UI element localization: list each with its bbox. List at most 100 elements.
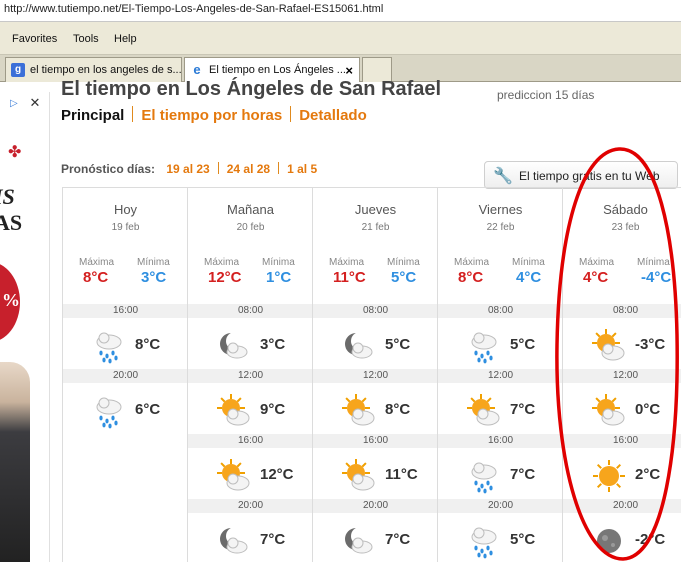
moon-cloud-icon	[216, 523, 252, 559]
slot-temp: 3°C	[260, 336, 286, 353]
close-tab-icon[interactable]: ×	[345, 63, 353, 78]
forecast-days-selector: Pronóstico días: 19 al 23 24 al 28 1 al 5	[61, 162, 317, 176]
day-date: 20 feb	[236, 222, 265, 233]
slot-temp: 5°C	[385, 336, 411, 353]
hour-label: 20:00	[313, 499, 438, 513]
day-date: 19 feb	[111, 222, 140, 233]
day-name: Mañana	[227, 202, 274, 217]
min-label: Mínima	[262, 257, 295, 268]
close-ad-icon[interactable]: ✕	[28, 96, 42, 110]
day-date: 22 feb	[486, 222, 515, 233]
hour-label: 08:00	[188, 304, 313, 318]
min-temp: 5°C	[391, 269, 417, 286]
browser-window: http://www.tutiempo.net/El-Tiempo-Los-An…	[0, 0, 681, 562]
tab-label: el tiempo en los angeles de s...	[30, 64, 182, 76]
max-label: Máxima	[329, 257, 365, 268]
slot-temp: 7°C	[510, 466, 536, 483]
brand-logo-icon: ✤	[8, 144, 22, 161]
hour-label: 20:00	[563, 499, 681, 513]
hour-label: 12:00	[313, 369, 438, 383]
day-column: Viernes 22 feb Máxima Mínima 8°C 4°C 08:00 5°C 1…	[437, 188, 563, 562]
menu-tools[interactable]: Tools	[73, 33, 99, 45]
ie-icon: e	[190, 63, 204, 77]
day-column: Sábado 23 feb Máxima Mínima 4°C -4°C 08:00 -3°C…	[562, 188, 681, 562]
sun-cloud-icon	[341, 458, 377, 494]
min-temp: -4°C	[641, 269, 672, 286]
slot-temp: 11°C	[385, 466, 418, 483]
address-bar[interactable]: http://www.tutiempo.net/El-Tiempo-Los-An…	[0, 0, 681, 22]
ad-model-image	[0, 362, 30, 562]
max-temp: 8°C	[83, 269, 109, 286]
max-label: Máxima	[204, 257, 240, 268]
min-temp: 1°C	[266, 269, 292, 286]
sun-cloud-icon	[591, 393, 627, 429]
slot-temp: 12°C	[260, 466, 294, 483]
slot-temp: 7°C	[385, 531, 411, 548]
page-title: El tiempo en Los Ángeles de San Rafael	[61, 78, 442, 100]
min-label: Mínima	[637, 257, 670, 268]
hour-label: 12:00	[188, 369, 313, 383]
max-temp: 8°C	[458, 269, 484, 286]
hour-label: 20:00	[438, 499, 563, 513]
slot-temp: 5°C	[510, 531, 536, 548]
google-icon: g	[11, 63, 25, 77]
ad-percent: %	[2, 290, 20, 310]
range-link-1[interactable]: 19 al 23	[166, 162, 209, 176]
menu-help[interactable]: Help	[114, 33, 137, 45]
min-temp: 4°C	[516, 269, 542, 286]
forecast-grid: Hoy 19 feb Máxima Mínima 8°C 3°C 16:00 8°C 20:00…	[62, 187, 681, 562]
rain-cloud-icon	[466, 458, 502, 494]
slot-temp: 5°C	[510, 336, 536, 353]
adchoices-icon[interactable]: ▷	[10, 98, 18, 109]
max-temp: 12°C	[208, 269, 242, 286]
nav-por-horas[interactable]: El tiempo por horas	[141, 107, 282, 124]
max-label: Máxima	[79, 257, 115, 268]
slot-temp: -3°C	[635, 336, 666, 353]
days-label: Pronóstico días:	[61, 162, 156, 176]
slot-temp: 2°C	[635, 466, 661, 483]
hour-label: 12:00	[438, 369, 563, 383]
moon-icon	[591, 523, 627, 559]
rain-cloud-icon	[91, 328, 127, 364]
menu-bar: Favorites Tools Help	[0, 22, 681, 55]
day-column: Jueves 21 feb Máxima Mínima 11°C 5°C 08:00 5°C 1…	[312, 188, 438, 562]
sun-cloud-icon	[466, 393, 502, 429]
tab-label: El tiempo en Los Ángeles ...	[209, 64, 346, 76]
max-temp: 11°C	[333, 269, 366, 286]
sun-icon	[591, 458, 627, 494]
ad-text-fragment: AS	[0, 210, 23, 235]
hour-label: 20:00	[63, 369, 188, 383]
min-label: Mínima	[387, 257, 420, 268]
sun-cloud-icon	[216, 458, 252, 494]
moon-cloud-icon	[216, 328, 252, 364]
hour-label: 12:00	[563, 369, 681, 383]
rain-cloud-icon	[466, 328, 502, 364]
day-name: Viernes	[478, 202, 523, 217]
menu-favorites[interactable]: Favorites	[12, 33, 57, 45]
nav-principal[interactable]: Principal	[61, 107, 124, 124]
widget-button[interactable]: 🔧 El tiempo gratis en tu Web	[484, 161, 678, 189]
min-label: Mínima	[137, 257, 170, 268]
hour-label: 08:00	[313, 304, 438, 318]
min-temp: 3°C	[141, 269, 167, 286]
slot-temp: 6°C	[135, 401, 161, 418]
hour-label: 16:00	[313, 434, 438, 448]
day-name: Jueves	[354, 202, 397, 217]
slot-temp: 8°C	[385, 401, 411, 418]
hour-label: 16:00	[63, 304, 188, 318]
hour-label: 16:00	[188, 434, 313, 448]
day-column: Hoy 19 feb Máxima Mínima 8°C 3°C 16:00 8°C 20:00…	[62, 188, 188, 562]
slot-temp: 7°C	[260, 531, 286, 548]
day-date: 23 feb	[611, 222, 640, 233]
range-link-2[interactable]: 24 al 28	[227, 162, 270, 176]
range-link-3[interactable]: 1 al 5	[287, 162, 317, 176]
wrench-icon: 🔧	[493, 168, 513, 185]
rain-cloud-icon	[466, 523, 502, 559]
advertisement[interactable]: ▷ ✕ ✤ IS AS %	[0, 92, 50, 562]
nav-detallado[interactable]: Detallado	[299, 107, 367, 124]
widget-button-label: El tiempo gratis en tu Web	[519, 169, 660, 183]
hour-label: 16:00	[563, 434, 681, 448]
sun-cloud-icon	[591, 328, 627, 364]
day-date: 21 feb	[361, 222, 390, 233]
hour-label: 16:00	[438, 434, 563, 448]
